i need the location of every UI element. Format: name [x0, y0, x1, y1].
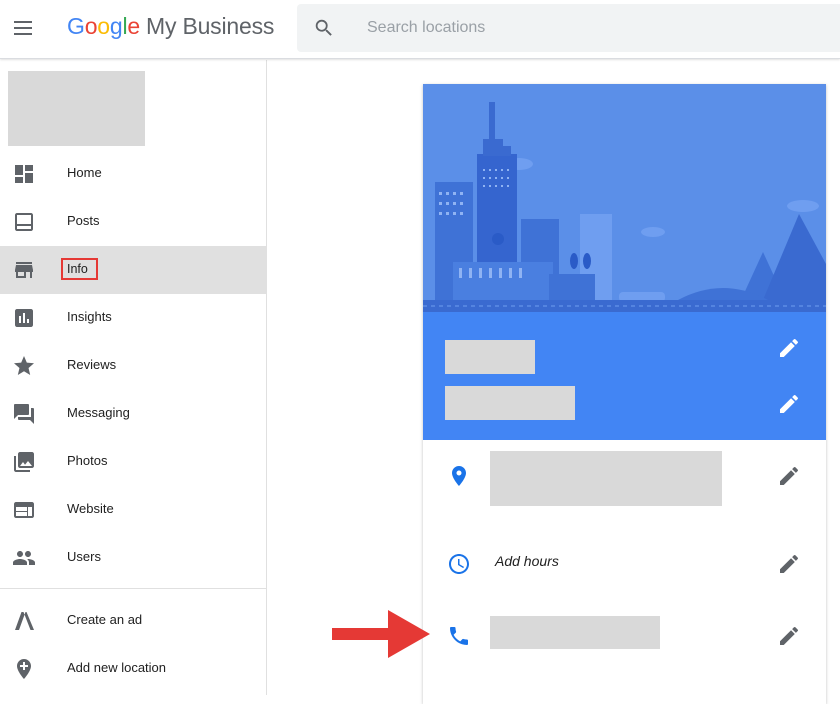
sidebar-item-label: Website	[67, 501, 114, 516]
sidebar-item-info[interactable]: Info	[0, 246, 266, 294]
sidebar-divider	[0, 588, 266, 589]
business-header-band	[423, 312, 826, 440]
info-highlight-box: Info	[61, 258, 98, 280]
business-profile-placeholder	[8, 71, 145, 146]
sidebar-item-label: Posts	[67, 213, 100, 228]
edit-pencil-icon[interactable]	[777, 392, 801, 416]
search-icon[interactable]	[313, 17, 335, 39]
edit-pencil-icon[interactable]	[777, 624, 801, 648]
sidebar-item-create-ad[interactable]: Create an ad	[0, 597, 266, 645]
edit-pencil-icon[interactable]	[777, 552, 801, 576]
clock-icon	[449, 554, 469, 574]
sidebar-item-home[interactable]: Home	[0, 150, 266, 198]
search-bar	[297, 4, 840, 52]
edit-pencil-icon[interactable]	[777, 336, 801, 360]
sidebar-item-reviews[interactable]: Reviews	[0, 342, 266, 390]
bar-chart-icon	[15, 309, 33, 327]
phone-number-placeholder	[490, 616, 660, 649]
chat-icon	[14, 404, 34, 424]
sidebar-item-label: Reviews	[67, 357, 117, 372]
add-hours-link[interactable]: Add hours	[495, 553, 559, 569]
dashboard-icon	[15, 165, 33, 183]
hamburger-menu-icon[interactable]	[10, 14, 38, 42]
sidebar-item-website[interactable]: Website	[0, 486, 266, 534]
sidebar-item-label: Messaging	[67, 405, 130, 420]
city-illustration	[423, 84, 826, 312]
sidebar-item-users[interactable]: Users	[0, 534, 266, 582]
top-app-bar: Google My Business	[0, 0, 840, 59]
business-name-placeholder	[445, 340, 535, 374]
google-my-business-logo[interactable]: Google My Business	[67, 13, 274, 40]
photo-icon	[14, 452, 34, 472]
storefront-icon	[15, 262, 33, 278]
sidebar-item-label: Info	[67, 262, 88, 276]
sidebar-item-label: Insights	[67, 309, 112, 324]
sidebar: Home Posts Info Insights Reviews Messagi…	[0, 60, 267, 695]
star-icon	[14, 356, 34, 375]
web-icon	[14, 502, 34, 518]
sidebar-item-label: Users	[67, 549, 101, 564]
address-placeholder	[490, 451, 722, 506]
sidebar-item-label: Home	[67, 165, 102, 180]
phone-icon	[450, 627, 468, 645]
sidebar-item-add-location[interactable]: Add new location	[0, 645, 266, 693]
sidebar-item-label: Photos	[67, 453, 108, 468]
edit-pencil-icon[interactable]	[777, 464, 801, 488]
people-icon	[13, 551, 35, 565]
search-input[interactable]	[367, 14, 807, 42]
sidebar-item-posts[interactable]: Posts	[0, 198, 266, 246]
sidebar-item-label: Create an ad	[67, 612, 143, 627]
business-info-card: Add hours	[423, 84, 826, 704]
add-location-icon	[17, 659, 31, 679]
sidebar-item-messaging[interactable]: Messaging	[0, 390, 266, 438]
google-ads-icon	[15, 612, 34, 630]
posts-icon	[15, 213, 33, 231]
business-category-placeholder	[445, 386, 575, 420]
sidebar-item-insights[interactable]: Insights	[0, 294, 266, 342]
sidebar-item-label: Add new location	[67, 660, 167, 675]
sidebar-item-photos[interactable]: Photos	[0, 438, 266, 486]
red-arrow-annotation	[332, 610, 430, 658]
location-pin-icon	[452, 466, 466, 486]
